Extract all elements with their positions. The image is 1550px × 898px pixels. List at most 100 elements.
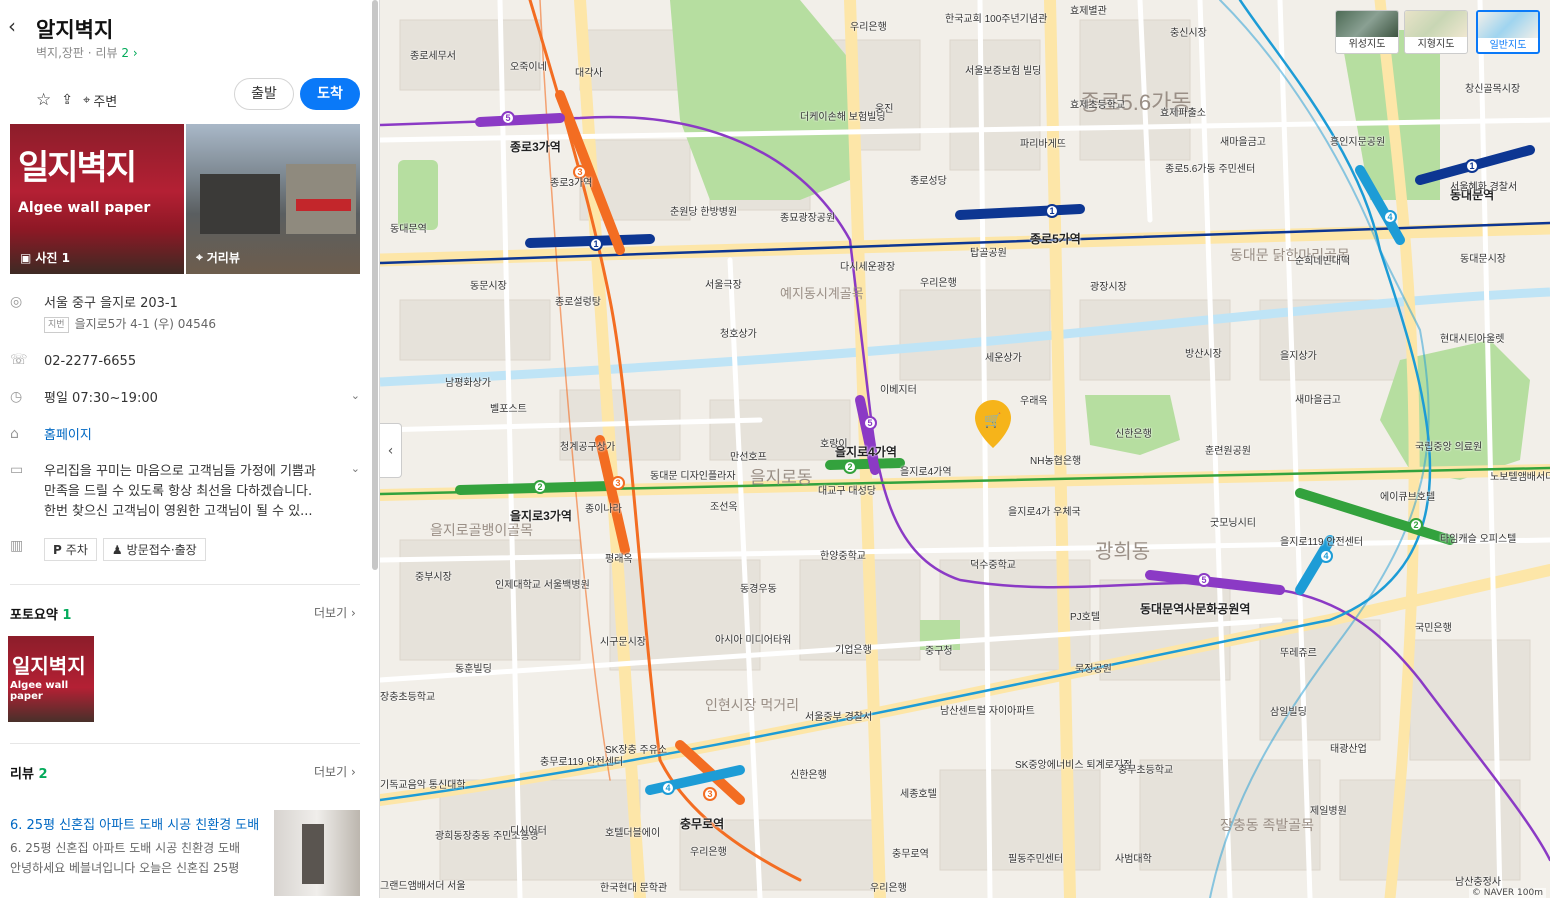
panel-collapse-button[interactable]: ‹ — [380, 423, 402, 478]
selected-place-marker[interactable]: 🛒 — [975, 400, 1011, 448]
poi-label[interactable]: 을지로4가 우체국 — [1008, 503, 1081, 518]
panel-scrollbar[interactable] — [372, 0, 378, 570]
poi-label[interactable]: 창신골목시장 — [1465, 80, 1520, 95]
poi-label[interactable]: 동대문역 — [390, 220, 427, 235]
poi-label[interactable]: 종로3가역 — [550, 174, 592, 189]
poi-label[interactable]: 훈련원공원 — [1205, 442, 1251, 457]
poi-label[interactable]: 종이나라 — [585, 500, 622, 515]
phone-number[interactable]: 02-2277-6655 — [44, 352, 366, 372]
poi-label[interactable]: 태광산업 — [1330, 740, 1367, 755]
poi-label[interactable]: 타임캐슬 오피스텔 — [1440, 530, 1516, 545]
poi-label[interactable]: 국립중앙 의료원 — [1415, 438, 1482, 453]
poi-label[interactable]: PJ호텔 — [1070, 608, 1100, 623]
poi-label[interactable]: 다시세운광장 — [840, 258, 895, 273]
poi-label[interactable]: SK중앙에너비스 퇴계로지점 — [1015, 756, 1132, 771]
poi-label[interactable]: 디시어터 — [510, 822, 547, 837]
poi-label[interactable]: 청호상가 — [720, 325, 757, 340]
map-type-normal[interactable]: 일반지도 — [1476, 10, 1540, 54]
share-icon[interactable]: ⇪ — [61, 92, 73, 108]
poi-label[interactable]: 평래옥 — [605, 550, 633, 565]
poi-label[interactable]: 대교구 대성당 — [818, 482, 876, 497]
photo-more-link[interactable]: 더보기 › — [314, 604, 356, 621]
poi-label[interactable]: 신한은행 — [790, 766, 827, 781]
poi-label[interactable]: 을지상가 — [1280, 347, 1317, 362]
poi-label[interactable]: 아시아 미디어타워 — [715, 631, 791, 646]
poi-label[interactable]: 뚜레쥬르 — [1280, 644, 1317, 659]
poi-label[interactable]: 더케이손해 보험빌딩 — [800, 108, 886, 123]
poi-label[interactable]: 세종호텔 — [900, 785, 937, 800]
poi-label[interactable]: 덕수중학교 — [970, 556, 1016, 571]
poi-label[interactable]: 서울중부 경찰서 — [805, 708, 872, 723]
review-title[interactable]: 6. 25평 신혼집 아파트 도배 시공 친환경 도배 — [10, 814, 265, 833]
station-label[interactable]: 을지로3가역 — [510, 507, 572, 524]
review-more-link[interactable]: 더보기 › — [314, 763, 356, 780]
poi-label[interactable]: 노보텔앰배서더 서울동대문 — [1490, 468, 1550, 483]
poi-label[interactable]: 남평화상가 — [445, 374, 491, 389]
poi-label[interactable]: 세운상가 — [985, 349, 1022, 364]
poi-label[interactable]: 필동주민센터 — [1008, 850, 1063, 865]
poi-label[interactable]: 한국교회 100주년기념관 — [945, 10, 1047, 25]
poi-label[interactable]: 남산충정사 — [1455, 873, 1501, 888]
poi-label[interactable]: 흥인지문공원 — [1330, 133, 1385, 148]
poi-label[interactable]: 기업은행 — [835, 641, 872, 656]
poi-label[interactable]: 동훈빌딩 — [455, 660, 492, 675]
poi-label[interactable]: 굿모닝시티 — [1210, 514, 1256, 529]
poi-label[interactable]: 대각사 — [575, 64, 603, 79]
poi-label[interactable]: 충신시장 — [1170, 24, 1207, 39]
poi-label[interactable]: 에이큐브호텔 — [1380, 488, 1435, 503]
poi-label[interactable]: 동경우동 — [740, 580, 777, 595]
description-row[interactable]: ▭ 우리집을 꾸미는 마음으로 고객님들 가정에 기쁨과 만족을 드릴 수 있도… — [10, 462, 366, 522]
poi-label[interactable]: 우리은행 — [920, 274, 957, 289]
station-label[interactable]: 충무로역 — [680, 815, 724, 832]
poi-label[interactable]: 효제별관 — [1070, 2, 1107, 17]
poi-label[interactable]: 호텔더블에이 — [605, 824, 660, 839]
poi-label[interactable]: 삼일빌딩 — [1270, 703, 1307, 718]
poi-label[interactable]: 효제초등학교 — [1070, 96, 1125, 111]
poi-label[interactable]: 서울보증보험 빌딩 — [965, 62, 1041, 77]
poi-label[interactable]: NH농협은행 — [1030, 452, 1081, 467]
photo-main[interactable]: 일지벽지 Algee wall paper ▣ 사진 1 — [10, 124, 184, 274]
poi-label[interactable]: 종로성당 — [910, 172, 947, 187]
hours-row[interactable]: ◷ 평일 07:30~19:00 ⌄ — [10, 389, 366, 409]
poi-label[interactable]: 방산시장 — [1185, 345, 1222, 360]
poi-label[interactable]: 춘원당 한방병원 — [670, 203, 737, 218]
poi-label[interactable]: 종로5.6가동 주민센터 — [1165, 160, 1255, 175]
station-label[interactable]: 종로3가역 — [510, 138, 561, 155]
poi-label[interactable]: 기독교음악 통신대학 — [380, 776, 466, 791]
poi-label[interactable]: 효제파출소 — [1160, 104, 1206, 119]
poi-label[interactable]: 탑골공원 — [970, 244, 1007, 259]
poi-label[interactable]: 장충초등학교 — [380, 688, 435, 703]
poi-label[interactable]: 인제대학교 서울백병원 — [495, 576, 590, 591]
poi-label[interactable]: 종로설렁탕 — [555, 293, 601, 308]
poi-label[interactable]: 을지로4가역 — [900, 463, 952, 478]
poi-label[interactable]: 우리은행 — [690, 843, 727, 858]
map-type-satellite[interactable]: 위성지도 — [1335, 10, 1399, 54]
poi-label[interactable]: 종로세무서 — [410, 47, 456, 62]
poi-label[interactable]: 시구문시장 — [600, 633, 646, 648]
poi-label[interactable]: 충무초등학교 — [1118, 761, 1173, 776]
poi-label[interactable]: 동대문시장 — [1460, 250, 1506, 265]
homepage-link[interactable]: 홈페이지 — [44, 426, 366, 446]
poi-label[interactable]: 이베지터 — [880, 381, 917, 396]
poi-label[interactable]: 그랜드앰배서더 서울 — [380, 877, 466, 892]
poi-label[interactable]: 충무로역 — [892, 845, 929, 860]
arrive-button[interactable]: 도착 — [300, 78, 360, 110]
poi-label[interactable]: 청계공구상가 — [560, 438, 615, 453]
poi-label[interactable]: 동대문 디자인플라자 — [650, 467, 736, 482]
poi-label[interactable]: 새마을금고 — [1220, 133, 1266, 148]
poi-label[interactable]: 서울혜화 경찰서 — [1450, 178, 1517, 193]
back-icon[interactable]: ‹ — [8, 14, 26, 38]
poi-label[interactable]: 조선옥 — [710, 498, 738, 513]
poi-label[interactable]: 새마을금고 — [1295, 391, 1341, 406]
station-label[interactable]: 종로5가역 — [1030, 230, 1081, 247]
poi-label[interactable]: 만선호프 — [730, 448, 767, 463]
poi-label[interactable]: 현대시티아울렛 — [1440, 330, 1504, 345]
poi-label[interactable]: 국민은행 — [1415, 619, 1452, 634]
poi-label[interactable]: 을지로119 안전센터 — [1280, 533, 1363, 548]
start-button[interactable]: 출발 — [234, 78, 294, 110]
map-canvas[interactable]: 5 3 1 1 2 3 5 2 3 4 4 1 5 4 2 🛒 종로5.6가동 … — [380, 0, 1550, 898]
poi-label[interactable]: 벨포스트 — [490, 400, 527, 415]
poi-label[interactable]: 한국현대 문학관 — [600, 879, 667, 894]
poi-label[interactable]: 중부시장 — [415, 568, 452, 583]
poi-label[interactable]: 종묘광장공원 — [780, 209, 835, 224]
